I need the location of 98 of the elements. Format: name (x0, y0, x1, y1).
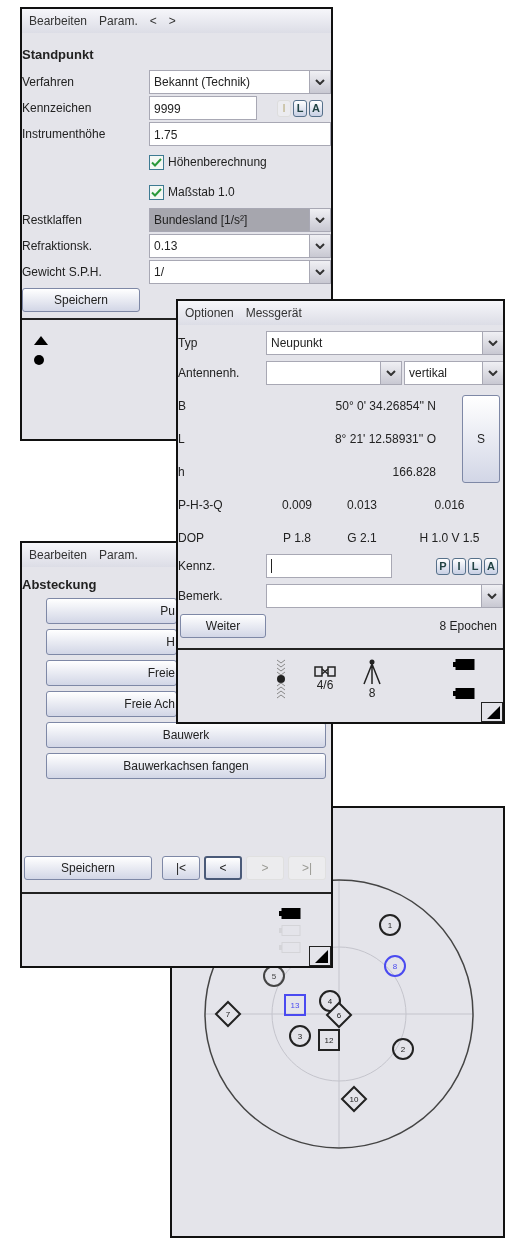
dropdown[interactable]: 1/ (149, 260, 331, 284)
menu-item[interactable]: Bearbeiten (24, 548, 93, 562)
chevron-down-icon (487, 593, 497, 599)
satellite-marker: 10 (340, 1085, 368, 1113)
satellite-count: 4/6 (316, 678, 334, 692)
battery-icon (279, 908, 301, 919)
coordinate-value: 8° 21' 12.58931'' O (333, 431, 436, 446)
menu-button[interactable]: Bauwerkachsen fangen (46, 753, 326, 779)
checkbox-label: Maßstab 1.0 (168, 185, 235, 199)
coordinate-value: 166.828 (391, 464, 436, 479)
chevron-down-icon (315, 217, 325, 223)
coordinate-label: B (178, 398, 187, 413)
menu-item[interactable]: < (144, 14, 162, 28)
next-button[interactable]: Weiter (180, 614, 266, 638)
tripod-icon (362, 658, 382, 685)
resize-grip-icon[interactable] (309, 946, 331, 966)
dropdown[interactable]: Neupunkt (266, 331, 503, 355)
section-title: Absteckung (22, 576, 97, 594)
dropdown[interactable]: vertikal (404, 361, 503, 385)
text-field[interactable]: 9999 (149, 96, 257, 120)
stat-value: 0.009 (281, 497, 313, 512)
dropdown[interactable]: Bundesland [1/s²] (149, 208, 331, 232)
signal-icon (276, 658, 286, 700)
field-label: Typ (178, 336, 199, 350)
battery-icon (453, 659, 475, 670)
epoch-count: 8 Epochen (439, 619, 497, 633)
letter-button[interactable]: A (309, 99, 323, 117)
menu-item[interactable]: Optionen (180, 306, 239, 320)
stat-label: DOP (178, 530, 205, 545)
dropdown[interactable]: Bekannt (Technik) (149, 70, 331, 94)
stat-value: 0.016 (433, 497, 466, 512)
field-label: Antennenh. (178, 366, 241, 380)
coordinate-label: h (178, 464, 186, 479)
menu-button[interactable]: Freie Ach (46, 691, 177, 717)
menu-item[interactable]: Param. (94, 14, 143, 28)
menu-button[interactable]: H (46, 629, 177, 655)
field-label: Verfahren (22, 75, 76, 89)
letter-button[interactable]: P (436, 557, 450, 575)
dropdown[interactable] (266, 361, 402, 385)
satellite-marker: 5 (263, 965, 285, 987)
menu-item[interactable]: Messgerät (240, 306, 307, 320)
stat-value: H 1.0 V 1.5 (418, 530, 481, 545)
menu-button[interactable]: Pu (46, 598, 177, 624)
satellite-marker: 7 (214, 1000, 242, 1028)
satellite-marker: 8 (384, 955, 406, 977)
text-field[interactable]: 1.75 (149, 122, 331, 146)
checkbox[interactable] (149, 184, 164, 200)
dot-icon (34, 355, 44, 365)
satellite-marker: 12 (318, 1029, 340, 1051)
menu-item[interactable]: > (163, 14, 181, 28)
dropdown[interactable] (266, 584, 503, 608)
field-label: Bemerk. (178, 589, 224, 603)
navigation-button[interactable]: |< (162, 856, 200, 880)
satellite-marker: 2 (392, 1038, 414, 1060)
menu-item[interactable]: Bearbeiten (24, 14, 93, 28)
field-label: Restklaffen (22, 213, 83, 227)
battery-icon (453, 688, 475, 699)
field-label: Kennzeichen (22, 101, 93, 115)
stat-value: 0.013 (346, 497, 378, 512)
checkbox[interactable] (149, 154, 164, 170)
letter-button[interactable]: I (452, 557, 466, 575)
station-count: 8 (368, 685, 376, 700)
stat-label: P-H-3-Q (178, 497, 224, 512)
side-button[interactable]: S (462, 394, 500, 483)
chevron-down-icon (386, 370, 396, 376)
letter-button[interactable]: A (484, 557, 498, 575)
letter-button[interactable]: L (293, 99, 307, 117)
field-label: Instrumenthöhe (22, 127, 107, 141)
menu-item[interactable]: Param. (94, 548, 143, 562)
save-button[interactable]: Speichern (24, 856, 152, 880)
checkbox-label: Höhenberechnung (168, 155, 267, 169)
coordinate-label: L (178, 431, 186, 446)
field-label: Kennz. (178, 559, 217, 573)
satellite-icon (314, 666, 336, 677)
chevron-down-icon (488, 340, 498, 346)
resize-grip-icon[interactable] (481, 702, 503, 722)
satellite-marker: 4 (319, 990, 341, 1012)
chevron-down-icon (315, 79, 325, 85)
dropdown[interactable]: 0.13 (149, 234, 331, 258)
menu-button[interactable]: Freie (46, 660, 177, 686)
stat-value: P 1.8 (282, 530, 312, 545)
satellite-marker: 13 (284, 994, 306, 1016)
text-field[interactable] (266, 554, 392, 578)
chevron-down-icon (315, 269, 325, 275)
satellite-marker: 3 (289, 1025, 311, 1047)
letter-button[interactable]: L (468, 557, 482, 575)
section-title: Standpunkt (22, 46, 95, 64)
navigation-button[interactable]: < (204, 856, 242, 880)
chevron-down-icon (488, 370, 498, 376)
field-label: Refraktionsk. (22, 239, 94, 253)
satellite-marker: 1 (379, 914, 401, 936)
stat-value: G 2.1 (346, 530, 378, 545)
triangle-up-icon (34, 336, 48, 345)
menu-button[interactable]: Bauwerk (46, 722, 326, 748)
save-button[interactable]: Speichern (22, 288, 140, 312)
coordinate-value: 50° 0' 34.26854'' N (334, 398, 436, 413)
chevron-down-icon (315, 243, 325, 249)
field-label: Gewicht S.P.H. (22, 265, 103, 279)
